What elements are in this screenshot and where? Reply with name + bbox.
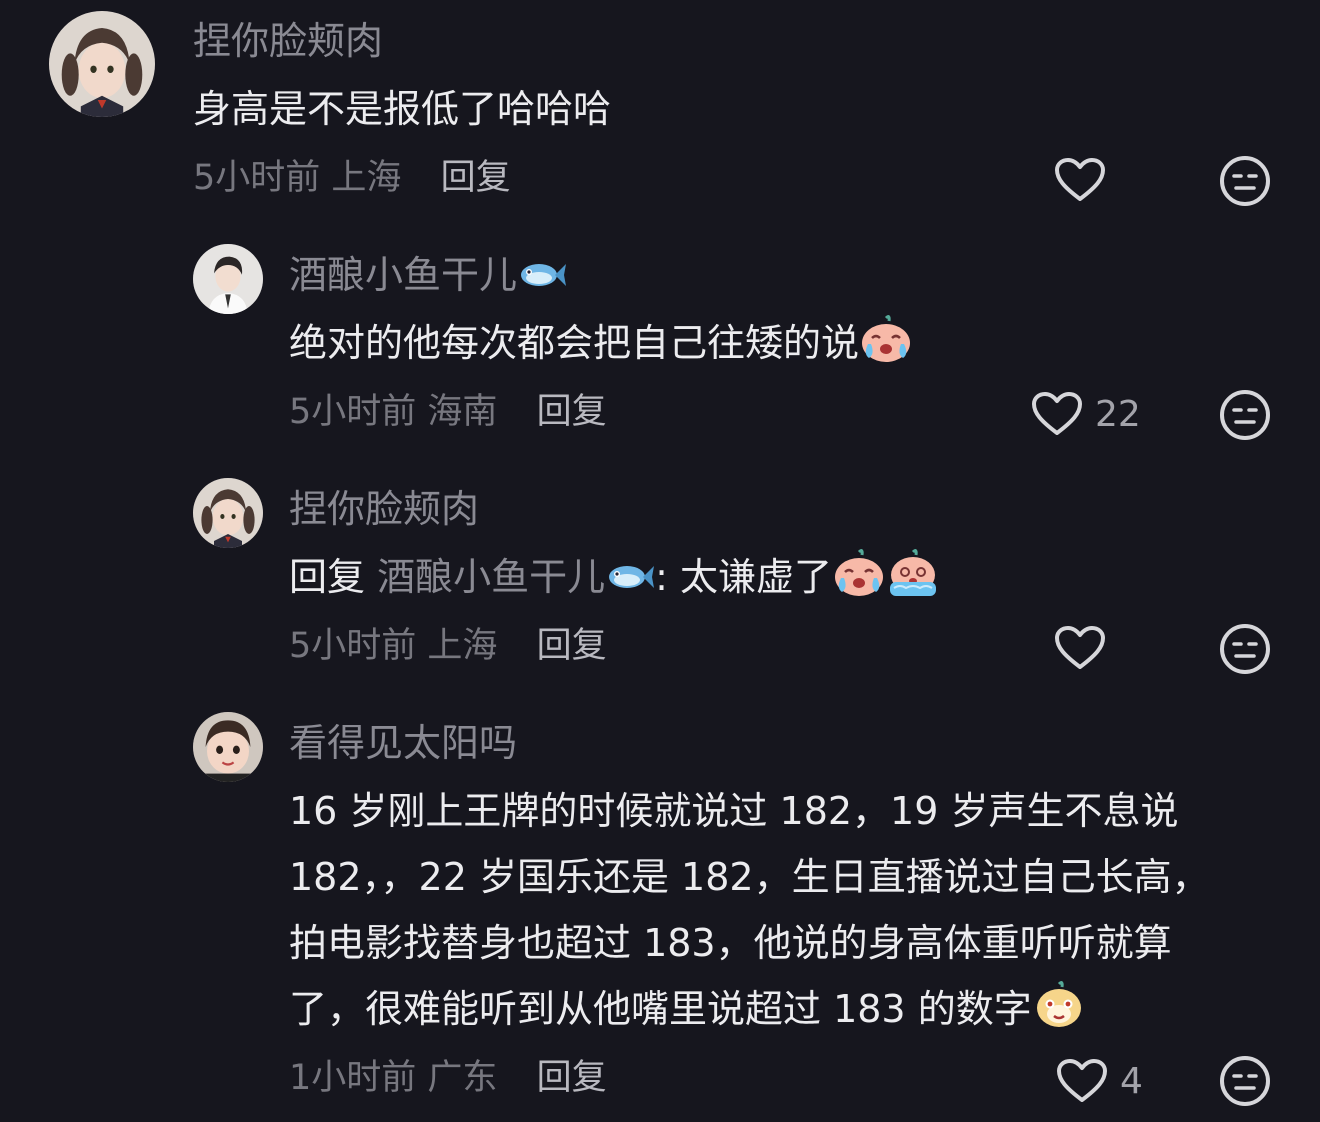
comment-text-body: : 太谦虚了 bbox=[655, 555, 833, 599]
like-count: 22 bbox=[1095, 393, 1141, 435]
comment-text-line: 了，很难能听到从他嘴里说超过 183 的数字 bbox=[289, 987, 1032, 1031]
avatar[interactable] bbox=[193, 712, 263, 782]
comment-meta: 5小时前 上海 回复 bbox=[289, 624, 607, 668]
comment-location: 广东 bbox=[427, 1058, 498, 1098]
comment-time: 1小时前 bbox=[289, 1058, 417, 1098]
avatar[interactable] bbox=[193, 478, 263, 548]
like-button[interactable] bbox=[1054, 157, 1118, 203]
child-avatar-icon bbox=[193, 712, 263, 782]
reply-prefix: 回复 bbox=[289, 555, 366, 599]
comment-location: 海南 bbox=[427, 392, 498, 432]
dislike-button[interactable] bbox=[1219, 623, 1271, 675]
like-button[interactable]: 22 bbox=[1031, 391, 1141, 437]
reply-button[interactable]: 回复 bbox=[537, 392, 607, 432]
comment-location: 上海 bbox=[427, 626, 498, 666]
comment-text: 身高是不是报低了哈哈哈 bbox=[193, 87, 612, 131]
dislike-button[interactable] bbox=[1219, 1055, 1271, 1107]
username[interactable]: 酒酿小鱼干儿 bbox=[289, 252, 567, 298]
meh-face-icon bbox=[1220, 390, 1270, 440]
mention-username[interactable]: 酒酿小鱼干儿 bbox=[377, 555, 605, 599]
meh-face-icon bbox=[1220, 624, 1270, 674]
comment-text-line: 182，，22 岁国乐还是 182，生日直播说过自己长高， bbox=[289, 855, 1210, 899]
heart-icon bbox=[1055, 158, 1105, 201]
avatar[interactable] bbox=[193, 244, 263, 314]
comment-text-body: 绝对的他每次都会把自己往矮的说 bbox=[289, 321, 860, 365]
like-button[interactable]: 4 bbox=[1056, 1058, 1143, 1104]
comment-time: 5小时前 bbox=[289, 392, 417, 432]
comment-location: 上海 bbox=[331, 158, 402, 198]
username[interactable]: 捏你脸颊肉 bbox=[289, 486, 479, 532]
boy-avatar-icon bbox=[193, 244, 263, 314]
comment-time: 5小时前 bbox=[193, 158, 321, 198]
heart-icon bbox=[1057, 1059, 1107, 1102]
like-button[interactable] bbox=[1054, 625, 1118, 671]
sobbing-emoji-icon bbox=[886, 548, 940, 598]
comment-text: 绝对的他每次都会把自己往矮的说 bbox=[289, 310, 913, 376]
reply-button[interactable]: 回复 bbox=[537, 1058, 607, 1098]
crying-emoji-icon bbox=[832, 548, 886, 598]
dislike-button[interactable] bbox=[1219, 389, 1271, 441]
comment-text-line: 拍电影找替身也超过 183，他说的身高体重听听就算 bbox=[289, 921, 1172, 965]
like-count: 4 bbox=[1120, 1060, 1143, 1102]
username-text: 酒酿小鱼干儿 bbox=[289, 253, 518, 297]
fish-emoji-icon bbox=[517, 258, 567, 292]
smug-emoji-icon bbox=[1032, 980, 1086, 1030]
reply-button[interactable]: 回复 bbox=[537, 626, 607, 666]
reply-button[interactable]: 回复 bbox=[441, 158, 511, 198]
heart-icon bbox=[1032, 392, 1082, 435]
girl-pigtails-avatar-icon bbox=[193, 478, 263, 548]
comment-meta: 1小时前 广东 回复 bbox=[289, 1056, 607, 1100]
heart-icon bbox=[1055, 626, 1105, 669]
dislike-button[interactable] bbox=[1219, 155, 1271, 207]
meh-face-icon bbox=[1220, 156, 1270, 206]
crying-emoji-icon bbox=[859, 314, 913, 364]
fish-emoji-icon bbox=[605, 560, 655, 594]
username[interactable]: 捏你脸颊肉 bbox=[193, 18, 383, 64]
comment-text: 16 岁刚上王牌的时候就说过 182，19 岁声生不息说 182，，22 岁国乐… bbox=[289, 778, 1279, 1042]
comment-text: 回复 酒酿小鱼干儿 : 太谦虚了 bbox=[289, 544, 940, 610]
meh-face-icon bbox=[1220, 1056, 1270, 1106]
comment-text-line-last: 了，很难能听到从他嘴里说超过 183 的数字 bbox=[289, 976, 1279, 1042]
girl-pigtails-avatar-icon bbox=[49, 11, 155, 117]
comment-meta: 5小时前 海南 回复 bbox=[289, 390, 607, 434]
comment-meta: 5小时前 上海 回复 bbox=[193, 156, 511, 200]
comment-time: 5小时前 bbox=[289, 626, 417, 666]
comment-text-line: 16 岁刚上王牌的时候就说过 182，19 岁声生不息说 bbox=[289, 789, 1179, 833]
username[interactable]: 看得见太阳吗 bbox=[289, 720, 517, 766]
avatar[interactable] bbox=[49, 11, 155, 117]
